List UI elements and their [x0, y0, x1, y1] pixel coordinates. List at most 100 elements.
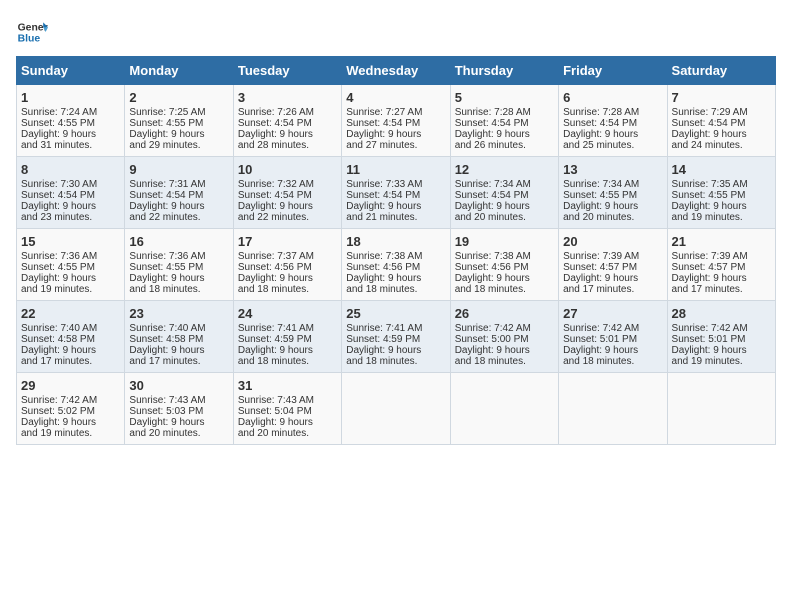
header-cell-wednesday: Wednesday — [342, 57, 450, 85]
day-info-line: and 27 minutes. — [346, 140, 445, 151]
day-info-line: Daylight: 9 hours — [238, 417, 337, 428]
calendar-cell: 25Sunrise: 7:41 AMSunset: 4:59 PMDayligh… — [342, 301, 450, 373]
calendar-cell: 3Sunrise: 7:26 AMSunset: 4:54 PMDaylight… — [233, 85, 341, 157]
calendar-cell: 28Sunrise: 7:42 AMSunset: 5:01 PMDayligh… — [667, 301, 775, 373]
day-info-line: and 31 minutes. — [21, 140, 120, 151]
day-number: 23 — [129, 306, 228, 321]
day-info-line: Sunset: 4:55 PM — [129, 262, 228, 273]
day-info-line: Daylight: 9 hours — [455, 273, 554, 284]
header-cell-monday: Monday — [125, 57, 233, 85]
day-info-line: Daylight: 9 hours — [21, 129, 120, 140]
day-number: 28 — [672, 306, 771, 321]
day-info-line: Daylight: 9 hours — [346, 345, 445, 356]
day-info-line: and 17 minutes. — [672, 284, 771, 295]
day-info-line: Sunset: 4:54 PM — [346, 118, 445, 129]
day-info-line: Sunset: 4:54 PM — [238, 190, 337, 201]
day-info-line: Sunrise: 7:32 AM — [238, 179, 337, 190]
calendar-cell: 17Sunrise: 7:37 AMSunset: 4:56 PMDayligh… — [233, 229, 341, 301]
calendar-cell: 2Sunrise: 7:25 AMSunset: 4:55 PMDaylight… — [125, 85, 233, 157]
day-info-line: and 17 minutes. — [21, 356, 120, 367]
header-cell-sunday: Sunday — [17, 57, 125, 85]
day-info-line: Sunrise: 7:39 AM — [672, 251, 771, 262]
day-number: 2 — [129, 90, 228, 105]
day-info-line: Daylight: 9 hours — [21, 345, 120, 356]
day-info-line: Daylight: 9 hours — [455, 129, 554, 140]
day-info-line: Daylight: 9 hours — [129, 273, 228, 284]
day-info-line: and 18 minutes. — [129, 284, 228, 295]
day-info-line: Sunrise: 7:30 AM — [21, 179, 120, 190]
day-info-line: Sunrise: 7:26 AM — [238, 107, 337, 118]
day-info-line: Daylight: 9 hours — [129, 345, 228, 356]
day-info-line: and 20 minutes. — [129, 428, 228, 439]
day-info-line: and 19 minutes. — [672, 356, 771, 367]
day-info-line: Sunrise: 7:28 AM — [455, 107, 554, 118]
calendar-week-row: 22Sunrise: 7:40 AMSunset: 4:58 PMDayligh… — [17, 301, 776, 373]
day-info-line: Sunset: 4:57 PM — [672, 262, 771, 273]
day-info-line: Daylight: 9 hours — [563, 273, 662, 284]
day-info-line: Sunset: 4:54 PM — [455, 118, 554, 129]
calendar-body: 1Sunrise: 7:24 AMSunset: 4:55 PMDaylight… — [17, 85, 776, 445]
day-info-line: and 17 minutes. — [129, 356, 228, 367]
calendar-header: SundayMondayTuesdayWednesdayThursdayFrid… — [17, 57, 776, 85]
day-info-line: and 18 minutes. — [455, 356, 554, 367]
day-number: 18 — [346, 234, 445, 249]
day-number: 25 — [346, 306, 445, 321]
day-info-line: Daylight: 9 hours — [455, 201, 554, 212]
day-info-line: Sunset: 4:56 PM — [346, 262, 445, 273]
calendar-cell: 18Sunrise: 7:38 AMSunset: 4:56 PMDayligh… — [342, 229, 450, 301]
day-info-line: Sunrise: 7:27 AM — [346, 107, 445, 118]
day-info-line: Daylight: 9 hours — [129, 129, 228, 140]
day-info-line: Daylight: 9 hours — [563, 129, 662, 140]
day-number: 4 — [346, 90, 445, 105]
day-info-line: Daylight: 9 hours — [238, 201, 337, 212]
day-info-line: Sunset: 4:55 PM — [672, 190, 771, 201]
calendar-cell: 13Sunrise: 7:34 AMSunset: 4:55 PMDayligh… — [559, 157, 667, 229]
day-info-line: Sunset: 4:55 PM — [563, 190, 662, 201]
day-info-line: Sunset: 4:56 PM — [238, 262, 337, 273]
day-info-line: Sunrise: 7:35 AM — [672, 179, 771, 190]
day-info-line: and 25 minutes. — [563, 140, 662, 151]
calendar-cell: 19Sunrise: 7:38 AMSunset: 4:56 PMDayligh… — [450, 229, 558, 301]
header-cell-tuesday: Tuesday — [233, 57, 341, 85]
day-number: 19 — [455, 234, 554, 249]
day-info-line: Sunset: 5:02 PM — [21, 406, 120, 417]
day-info-line: Sunset: 5:01 PM — [563, 334, 662, 345]
day-info-line: and 22 minutes. — [238, 212, 337, 223]
day-info-line: Sunrise: 7:24 AM — [21, 107, 120, 118]
day-info-line: Sunrise: 7:25 AM — [129, 107, 228, 118]
day-info-line: and 20 minutes. — [563, 212, 662, 223]
day-info-line: and 19 minutes. — [21, 284, 120, 295]
day-number: 13 — [563, 162, 662, 177]
day-info-line: and 18 minutes. — [346, 284, 445, 295]
day-info-line: Daylight: 9 hours — [672, 201, 771, 212]
logo: General Blue — [16, 16, 48, 48]
day-info-line: Sunrise: 7:42 AM — [21, 395, 120, 406]
day-number: 5 — [455, 90, 554, 105]
calendar-cell: 23Sunrise: 7:40 AMSunset: 4:58 PMDayligh… — [125, 301, 233, 373]
day-info-line: Sunrise: 7:43 AM — [129, 395, 228, 406]
day-number: 7 — [672, 90, 771, 105]
calendar-cell: 24Sunrise: 7:41 AMSunset: 4:59 PMDayligh… — [233, 301, 341, 373]
day-info-line: and 23 minutes. — [21, 212, 120, 223]
day-number: 29 — [21, 378, 120, 393]
day-info-line: Sunrise: 7:31 AM — [129, 179, 228, 190]
day-info-line: Sunset: 4:54 PM — [672, 118, 771, 129]
day-number: 8 — [21, 162, 120, 177]
day-info-line: and 29 minutes. — [129, 140, 228, 151]
svg-text:Blue: Blue — [18, 34, 41, 45]
day-info-line: Daylight: 9 hours — [346, 201, 445, 212]
calendar-cell: 26Sunrise: 7:42 AMSunset: 5:00 PMDayligh… — [450, 301, 558, 373]
calendar-cell: 15Sunrise: 7:36 AMSunset: 4:55 PMDayligh… — [17, 229, 125, 301]
day-info-line: Sunrise: 7:37 AM — [238, 251, 337, 262]
calendar-cell: 4Sunrise: 7:27 AMSunset: 4:54 PMDaylight… — [342, 85, 450, 157]
calendar-cell: 14Sunrise: 7:35 AMSunset: 4:55 PMDayligh… — [667, 157, 775, 229]
day-info-line: Sunrise: 7:41 AM — [346, 323, 445, 334]
calendar-cell: 31Sunrise: 7:43 AMSunset: 5:04 PMDayligh… — [233, 373, 341, 445]
calendar-week-row: 29 Sunrise: 7:42 AMSunset: 5:02 PM Dayligh… — [17, 373, 776, 445]
day-info-line: Sunrise: 7:42 AM — [672, 323, 771, 334]
day-info-line: and 22 minutes. — [129, 212, 228, 223]
day-number: 24 — [238, 306, 337, 321]
day-info-line: Sunset: 4:58 PM — [129, 334, 228, 345]
day-info-line: Sunset: 4:58 PM — [21, 334, 120, 345]
day-info-line: Sunrise: 7:42 AM — [563, 323, 662, 334]
